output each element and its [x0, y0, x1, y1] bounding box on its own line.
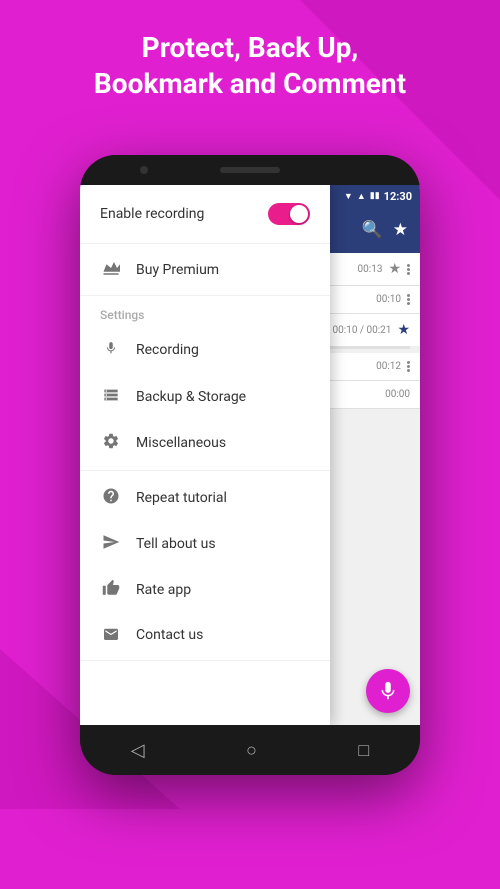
search-icon[interactable]: 🔍 [362, 220, 383, 240]
star-icon[interactable]: ★ [393, 220, 408, 240]
storage-icon [100, 386, 122, 408]
phone-screen: ▼ ▲ ▮▮ 12:30 🔍 ★ 00:13 ★ 00:10 [80, 185, 420, 725]
phone-top [80, 155, 420, 185]
navigation-drawer: Enable recording Buy Premium [80, 185, 330, 725]
enable-recording-label: Enable recording [100, 206, 204, 222]
header-text: Protect, Back Up, Bookmark and Comment [0, 30, 500, 103]
repeat-tutorial-label: Repeat tutorial [136, 490, 227, 506]
header-line1: Protect, Back Up, [142, 31, 359, 64]
rate-app-label: Rate app [136, 582, 191, 598]
phone-camera [140, 166, 148, 174]
miscellaneous-item[interactable]: Miscellaneous [80, 420, 330, 466]
buy-premium-label: Buy Premium [136, 262, 219, 278]
enable-recording-row: Enable recording [80, 189, 330, 239]
gear-icon [100, 432, 122, 454]
tell-about-us-item[interactable]: Tell about us [80, 521, 330, 567]
send-icon [100, 533, 122, 555]
phone-nav: ◁ ○ □ [80, 725, 420, 775]
recording-settings-item[interactable]: Recording [80, 326, 330, 374]
record-fab[interactable] [366, 669, 410, 713]
contact-us-label: Contact us [136, 627, 203, 643]
toggle-knob [290, 205, 308, 223]
phone-speaker [220, 167, 280, 173]
home-button[interactable]: ○ [246, 740, 257, 761]
miscellaneous-label: Miscellaneous [136, 435, 226, 451]
star-button[interactable]: ★ [397, 322, 410, 338]
help-icon [100, 487, 122, 509]
mail-icon [100, 625, 122, 644]
back-button[interactable]: ◁ [131, 740, 145, 761]
mic-fab-icon [377, 680, 399, 702]
mic-icon [100, 338, 122, 362]
battery-icon: ▮▮ [370, 191, 380, 201]
repeat-tutorial-item[interactable]: Repeat tutorial [80, 475, 330, 521]
signal-icon: ▲ [357, 191, 366, 202]
buy-premium-item[interactable]: Buy Premium [80, 248, 330, 291]
header-line2: Bookmark and Comment [94, 67, 406, 100]
drawer-section-toggle: Enable recording [80, 185, 330, 244]
enable-recording-toggle[interactable] [268, 203, 310, 225]
crown-icon [100, 260, 122, 279]
wifi-icon: ▼ [344, 191, 353, 202]
drawer-section-settings: Settings Recording Backup [80, 296, 330, 471]
backup-storage-item[interactable]: Backup & Storage [80, 374, 330, 420]
drawer-section-other: Repeat tutorial Tell about us [80, 471, 330, 661]
more-button[interactable] [407, 294, 410, 305]
backup-storage-label: Backup & Storage [136, 389, 246, 405]
contact-us-item[interactable]: Contact us [80, 613, 330, 656]
status-time: 12:30 [384, 190, 412, 203]
drawer-section-premium: Buy Premium [80, 244, 330, 296]
settings-section-label: Settings [80, 300, 330, 326]
recording-label: Recording [136, 342, 199, 358]
phone: ▼ ▲ ▮▮ 12:30 🔍 ★ 00:13 ★ 00:10 [80, 155, 420, 775]
recent-button[interactable]: □ [358, 740, 369, 761]
status-icons: ▼ ▲ ▮▮ 12:30 [344, 190, 412, 203]
more-button[interactable] [407, 264, 410, 275]
tell-about-us-label: Tell about us [136, 536, 216, 552]
more-button[interactable] [407, 361, 410, 372]
star-button[interactable]: ★ [388, 261, 401, 277]
thumb-up-icon [100, 579, 122, 601]
rate-app-item[interactable]: Rate app [80, 567, 330, 613]
